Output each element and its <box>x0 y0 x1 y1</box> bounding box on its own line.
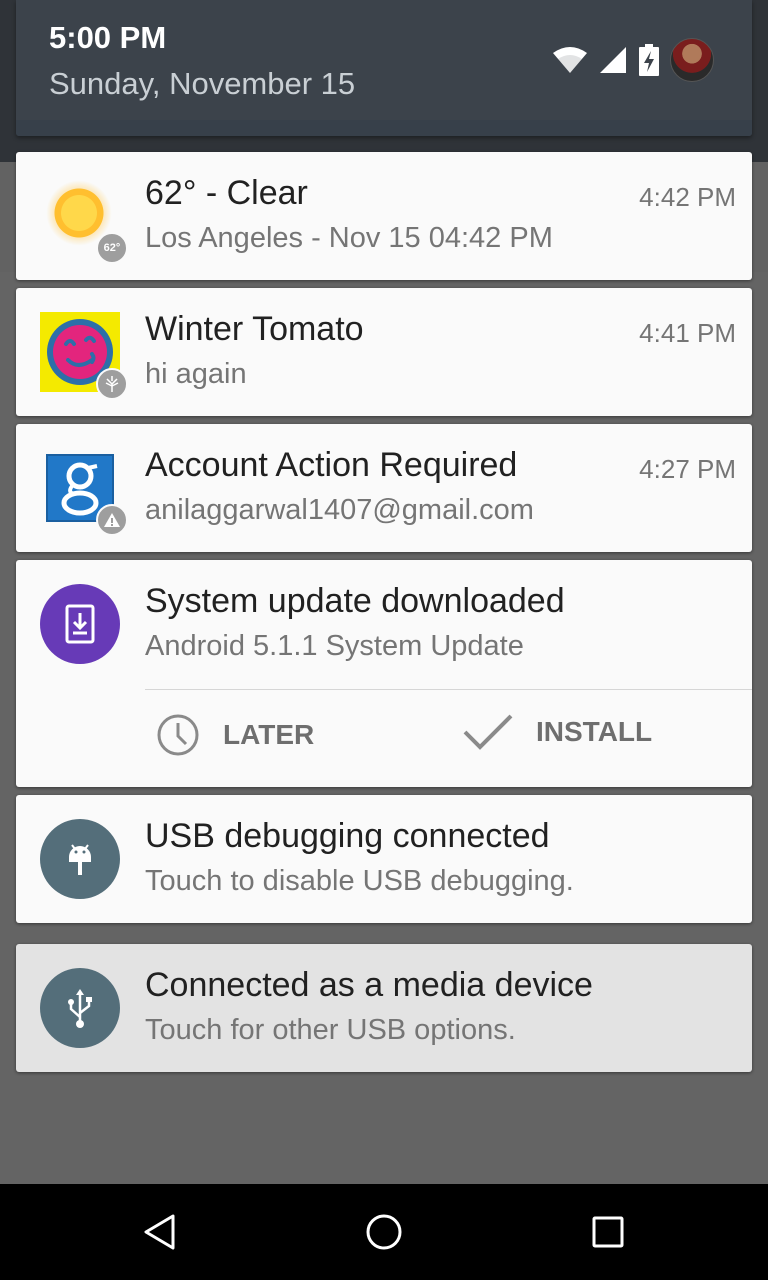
navigation-bar <box>0 1184 768 1280</box>
notification-text: Android 5.1.1 System Update <box>145 630 524 662</box>
user-avatar[interactable] <box>670 38 714 82</box>
notification-text: anilaggarwal1407@gmail.com <box>145 494 534 526</box>
notification-title: System update downloaded <box>145 582 565 620</box>
later-button[interactable]: LATER <box>155 712 314 758</box>
recents-button[interactable] <box>584 1208 632 1256</box>
notification-time: 4:41 PM <box>639 318 736 348</box>
notification-winter-tomato[interactable]: Winter Tomato hi again 4:41 PM <box>16 288 752 416</box>
notification-title: 62° - Clear <box>145 174 308 212</box>
tree-badge-icon <box>96 368 128 400</box>
notification-text: hi again <box>145 358 247 390</box>
notification-text: Los Angeles - Nov 15 04:42 PM <box>145 222 553 254</box>
quick-settings-handle[interactable] <box>16 120 752 136</box>
notification-title: USB debugging connected <box>145 817 550 855</box>
notification-account-action[interactable]: Account Action Required anilaggarwal1407… <box>16 424 752 552</box>
install-label: INSTALL <box>536 716 653 747</box>
wifi-icon <box>553 47 587 73</box>
clock-icon <box>157 714 199 756</box>
back-icon <box>144 1214 175 1250</box>
battery-charging-icon <box>639 44 659 76</box>
install-button[interactable]: INSTALL <box>462 712 652 752</box>
notification-weather[interactable]: 62° 62° - Clear Los Angeles - Nov 15 04:… <box>16 152 752 280</box>
recents-icon <box>592 1216 624 1248</box>
notification-title: Winter Tomato <box>145 310 364 348</box>
notification-time: 4:42 PM <box>639 182 736 212</box>
notification-usb-debugging[interactable]: USB debugging connected Touch to disable… <box>16 795 752 923</box>
action-divider <box>145 689 752 690</box>
android-debug-icon <box>40 819 120 899</box>
home-icon <box>366 1214 402 1250</box>
notification-text: Touch for other USB options. <box>145 1014 516 1046</box>
notification-system-update[interactable]: System update downloaded Android 5.1.1 S… <box>16 560 752 787</box>
status-icons <box>552 38 714 82</box>
warning-badge-icon <box>96 504 128 536</box>
notification-text: Touch to disable USB debugging. <box>145 865 574 897</box>
notification-shade-header[interactable]: 5:00 PM Sunday, November 15 <box>16 0 752 136</box>
later-label: LATER <box>223 719 315 750</box>
date-label[interactable]: Sunday, November 15 <box>49 66 355 102</box>
back-button[interactable] <box>136 1208 184 1256</box>
system-update-icon <box>40 584 120 664</box>
cell-signal-icon <box>600 47 626 73</box>
weather-badge-icon: 62° <box>96 232 128 264</box>
home-button[interactable] <box>360 1208 408 1256</box>
notification-title: Connected as a media device <box>145 966 593 1004</box>
notification-media-device[interactable]: Connected as a media device Touch for ot… <box>16 944 752 1072</box>
usb-icon <box>40 968 120 1048</box>
check-icon <box>463 714 513 750</box>
notification-time: 4:27 PM <box>639 454 736 484</box>
clock: 5:00 PM <box>49 20 167 55</box>
notification-title: Account Action Required <box>145 446 518 484</box>
